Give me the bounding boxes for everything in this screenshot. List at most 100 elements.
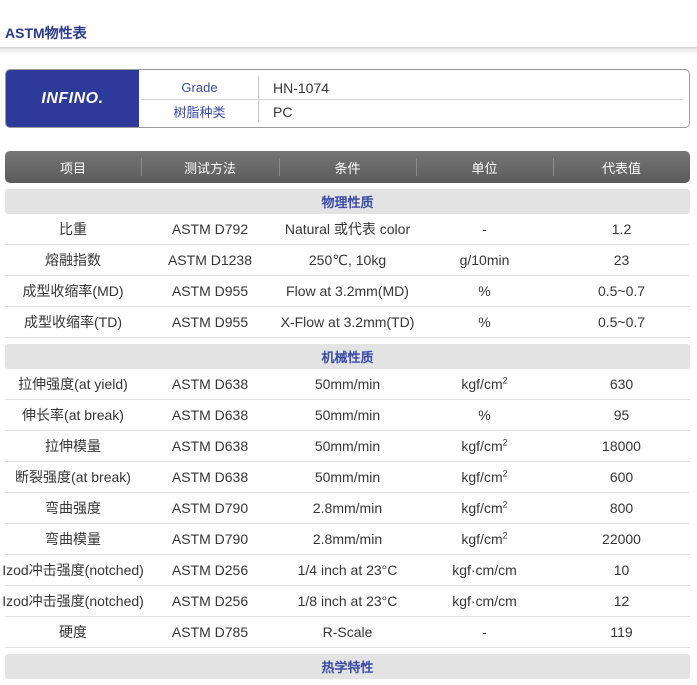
unit-superscript: 2 (502, 437, 508, 448)
unit-base: kgf/cm (461, 469, 503, 485)
value-cell: 630 (609, 376, 634, 392)
value-cell: 0.5~0.7 (597, 283, 646, 299)
table-row: 拉伸模量 ASTM D638 50mm/min kgf/cm2 18000 (5, 431, 690, 462)
test-method-cell: ASTM D256 (171, 562, 249, 578)
condition-cell: X-Flow at 3.2mm(TD) (280, 314, 415, 330)
condition-cell: 50mm/min (314, 376, 381, 392)
table-row: 断裂强度(at break) ASTM D638 50mm/min kgf/cm2 60… (5, 462, 690, 493)
section-header: 物理性质 (5, 189, 690, 214)
condition-cell: 50mm/min (314, 407, 381, 423)
condition-cell: Flow at 3.2mm(MD) (286, 283, 409, 299)
unit-cell: - (482, 624, 487, 640)
value-cell: 95 (613, 407, 630, 423)
test-method-cell: ASTM D792 (171, 221, 249, 237)
title-divider (0, 47, 697, 55)
test-method-cell: ASTM D638 (171, 407, 249, 423)
unit-cell: - (482, 221, 487, 237)
value-cell: 600 (609, 469, 634, 485)
value-cell: 0.5~0.7 (597, 314, 646, 330)
brand-logo: INFINO. (41, 89, 104, 107)
test-method-cell: ASTM D790 (171, 500, 249, 516)
table-header: 项目 测试方法 条件 单位 代表值 (5, 151, 690, 183)
unit-text: kgf/cm2 (461, 438, 507, 454)
value-cell: 12 (613, 593, 630, 609)
unit-cell: kgf/cm2 (416, 462, 553, 492)
item-cell: 比重 (59, 221, 87, 237)
unit-text: kgf/cm2 (461, 531, 507, 547)
item-cell: 熔融指数 (45, 252, 101, 268)
test-method-cell: ASTM D785 (171, 624, 249, 640)
unit-cell: g/10min (459, 252, 510, 268)
page-title: ASTM物性表 (5, 25, 87, 41)
condition-cell: 1/4 inch at 23°C (297, 562, 398, 578)
table-row: Izod冲击强度(notched) ASTM D256 1/8 inch at 23… (2, 586, 690, 617)
section-title: 机械性质 (321, 350, 374, 365)
condition-cell: R-Scale (322, 624, 373, 640)
unit-base: kgf/cm (461, 500, 503, 516)
section-title: 热学特性 (321, 660, 374, 675)
unit-cell: kgf·cm/cm (452, 562, 517, 578)
section-title: 物理性质 (321, 195, 374, 210)
value-cell: 800 (609, 500, 634, 516)
test-method-cell: ASTM D638 (171, 438, 249, 454)
unit-cell: kgf/cm2 (416, 524, 553, 554)
value-cell: 23 (613, 252, 630, 268)
condition-cell: Natural 或代表 color (284, 221, 411, 237)
product-info-box: INFINO. Grade HN-1074 树脂种类 PC (5, 69, 690, 128)
item-cell: 弯曲强度 (45, 500, 101, 516)
test-method-cell: ASTM D955 (171, 314, 249, 330)
unit-superscript: 2 (502, 530, 508, 541)
item-cell: 成型收缩率(MD) (22, 283, 124, 299)
table-row: 拉伸强度(at yield) ASTM D638 50mm/min kgf/cm2 63… (5, 369, 690, 400)
unit-cell: kgf/cm2 (416, 493, 553, 523)
table-row: 硬度 ASTM D785 R-Scale - 119 (5, 617, 690, 648)
test-method-cell: ASTM D955 (171, 283, 249, 299)
grade-value: HN-1074 (273, 79, 330, 96)
section-header: 机械性质 (5, 344, 690, 369)
item-cell: 伸长率(at break) (22, 407, 124, 423)
info-row-resin-type: 树脂种类 PC (141, 99, 683, 123)
table-row: 成型收缩率(MD) ASTM D955 Flow at 3.2mm(MD)% 0.5~… (5, 276, 690, 307)
grade-label: Grade (141, 76, 259, 99)
value-cell: 1.2 (611, 221, 632, 237)
table-row: 弯曲模量 ASTM D790 2.8mm/min kgf/cm2 22000 (5, 524, 690, 555)
value-cell: 10 (613, 562, 630, 578)
test-method-cell: ASTM D790 (171, 531, 249, 547)
unit-cell: % (478, 314, 491, 330)
test-method-cell: ASTM D638 (171, 376, 249, 392)
unit-superscript: 2 (502, 468, 508, 479)
item-cell: 硬度 (59, 624, 87, 640)
value-cell: 22000 (602, 531, 641, 547)
unit-cell: kgf·cm/cm (452, 593, 517, 609)
unit-text: kgf/cm2 (461, 500, 507, 516)
column-header-unit: 单位 (416, 151, 553, 183)
condition-cell: 50mm/min (314, 469, 381, 485)
item-cell: 拉伸强度(at yield) (18, 376, 128, 392)
product-info-fields: Grade HN-1074 树脂种类 PC (139, 70, 689, 127)
condition-cell: 2.8mm/min (312, 500, 383, 516)
value-cell: 119 (610, 624, 633, 640)
unit-cell: kgf/cm2 (416, 431, 553, 461)
condition-cell: 50mm/min (314, 438, 381, 454)
column-header-value: 代表值 (553, 151, 690, 183)
unit-cell: % (478, 407, 491, 423)
test-method-cell: ASTM D256 (171, 593, 249, 609)
test-method-cell: ASTM D1238 (167, 252, 253, 268)
value-cell: 18000 (602, 438, 641, 454)
table-row: 成型收缩率(TD) ASTM D955 X-Flow at 3.2mm(TD)% 0.… (5, 307, 690, 338)
unit-base: kgf/cm (461, 376, 503, 392)
unit-text: kgf/cm2 (461, 469, 507, 485)
column-header-item: 项目 (59, 160, 86, 176)
column-header-test-method: 测试方法 (141, 151, 279, 183)
column-header-condition: 条件 (279, 151, 416, 183)
item-cell: 拉伸模量 (45, 438, 101, 454)
table-row: 弯曲强度 ASTM D790 2.8mm/min kgf/cm2 800 (5, 493, 690, 524)
resin-type-value: PC (273, 103, 293, 120)
condition-cell: 250℃, 10kg (308, 251, 387, 268)
unit-superscript: 2 (502, 499, 508, 510)
unit-superscript: 2 (502, 375, 508, 386)
condition-cell: 1/8 inch at 23°C (297, 593, 398, 609)
item-cell: 断裂强度(at break) (15, 469, 131, 485)
section-header: 热学特性 (5, 654, 690, 679)
unit-cell: % (478, 283, 491, 299)
